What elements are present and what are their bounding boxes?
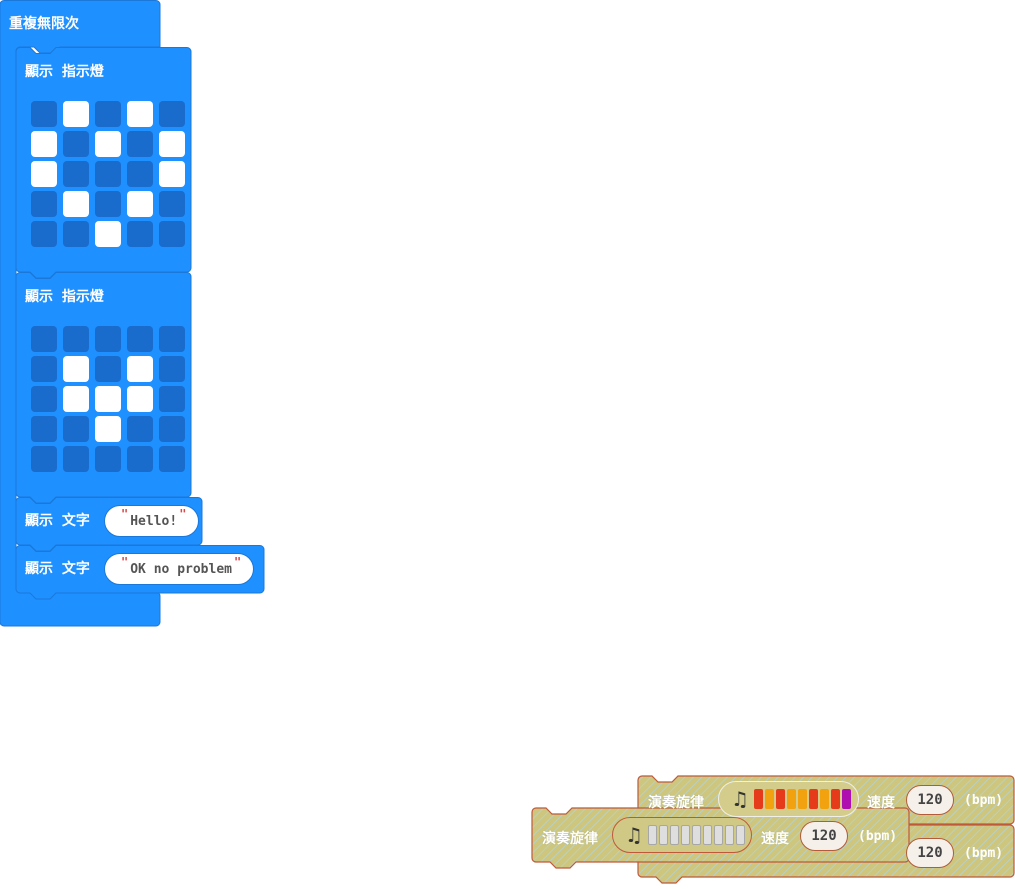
- led-4-0[interactable]: [31, 446, 57, 472]
- forever-label: 重複無限次: [9, 16, 79, 32]
- led-3-1[interactable]: [63, 191, 89, 217]
- led-0-1[interactable]: [63, 326, 89, 352]
- tempo-unit-back: (bpm): [964, 793, 1004, 808]
- melody-note-8: [735, 825, 745, 845]
- led-3-3[interactable]: [127, 191, 153, 217]
- melody-bars: [647, 825, 745, 845]
- melody-note-8: [841, 789, 851, 809]
- melody-note-6: [819, 789, 829, 809]
- led-4-1[interactable]: [63, 221, 89, 247]
- play-melody-label-front: 演奏旋律: [542, 831, 598, 847]
- led-2-2[interactable]: [95, 386, 121, 412]
- melody-bars: [753, 789, 851, 809]
- melody-note-5: [808, 789, 818, 809]
- led-0-0[interactable]: [31, 101, 57, 127]
- tempo-unit-back-2: (bpm): [964, 846, 1004, 861]
- melody-note-7: [724, 825, 734, 845]
- melody-note-0: [647, 825, 657, 845]
- tempo-input-back-2[interactable]: 120: [906, 838, 954, 868]
- melody-note-7: [830, 789, 840, 809]
- led-0-3[interactable]: [127, 326, 153, 352]
- led-3-2[interactable]: [95, 191, 121, 217]
- melody-note-0: [753, 789, 763, 809]
- melody-note-3: [680, 825, 690, 845]
- melody-note-4: [797, 789, 807, 809]
- play-melody-label-back: 演奏旋律: [648, 795, 704, 811]
- led-0-2[interactable]: [95, 326, 121, 352]
- melody-note-1: [764, 789, 774, 809]
- music-note-icon: ♫: [731, 787, 749, 811]
- led-3-4[interactable]: [159, 416, 185, 442]
- string-value: Hello!: [130, 513, 178, 529]
- led-2-3[interactable]: [127, 386, 153, 412]
- tempo-label-front: 速度: [761, 831, 789, 847]
- led-0-0[interactable]: [31, 326, 57, 352]
- tempo-input-back[interactable]: 120: [906, 785, 954, 815]
- melody-note-2: [669, 825, 679, 845]
- show-string-label-1: 顯示 文字: [25, 513, 90, 529]
- led-4-1[interactable]: [63, 446, 89, 472]
- melody-note-3: [786, 789, 796, 809]
- melody-note-6: [713, 825, 723, 845]
- led-1-0[interactable]: [31, 356, 57, 382]
- led-4-3[interactable]: [127, 446, 153, 472]
- melody-field-back[interactable]: ♫: [718, 781, 859, 817]
- led-2-0[interactable]: [31, 386, 57, 412]
- led-2-1[interactable]: [63, 161, 89, 187]
- led-1-2[interactable]: [95, 356, 121, 382]
- open-quote: ": [121, 507, 129, 521]
- led-2-3[interactable]: [127, 161, 153, 187]
- led-0-2[interactable]: [95, 101, 121, 127]
- led-matrix-2: [31, 326, 185, 472]
- led-1-3[interactable]: [127, 356, 153, 382]
- led-2-4[interactable]: [159, 161, 185, 187]
- led-4-2[interactable]: [95, 446, 121, 472]
- led-1-4[interactable]: [159, 131, 185, 157]
- close-quote: ": [179, 507, 187, 521]
- string-input-hello[interactable]: " Hello! ": [104, 505, 200, 537]
- show-leds-label-2: 顯示 指示燈: [25, 289, 104, 305]
- melody-field-front[interactable]: ♫: [612, 817, 752, 853]
- led-2-0[interactable]: [31, 161, 57, 187]
- led-0-4[interactable]: [159, 101, 185, 127]
- led-1-4[interactable]: [159, 356, 185, 382]
- melody-note-4: [691, 825, 701, 845]
- led-2-1[interactable]: [63, 386, 89, 412]
- led-4-2[interactable]: [95, 221, 121, 247]
- led-1-1[interactable]: [63, 356, 89, 382]
- melody-note-5: [702, 825, 712, 845]
- show-leds-label-1: 顯示 指示燈: [25, 64, 104, 80]
- led-0-1[interactable]: [63, 101, 89, 127]
- music-note-icon: ♫: [625, 823, 643, 847]
- led-3-2[interactable]: [95, 416, 121, 442]
- led-4-4[interactable]: [159, 221, 185, 247]
- led-0-4[interactable]: [159, 326, 185, 352]
- string-input-ok[interactable]: " OK no problem ": [104, 553, 255, 585]
- led-3-4[interactable]: [159, 191, 185, 217]
- led-2-2[interactable]: [95, 161, 121, 187]
- string-value: OK no problem: [130, 561, 232, 577]
- tempo-input-front[interactable]: 120: [800, 821, 848, 851]
- melody-note-1: [658, 825, 668, 845]
- led-3-0[interactable]: [31, 416, 57, 442]
- led-1-2[interactable]: [95, 131, 121, 157]
- open-quote: ": [121, 555, 129, 569]
- led-3-3[interactable]: [127, 416, 153, 442]
- tempo-unit-front: (bpm): [858, 829, 898, 844]
- led-0-3[interactable]: [127, 101, 153, 127]
- led-matrix-1: [31, 101, 185, 247]
- led-3-1[interactable]: [63, 416, 89, 442]
- led-3-0[interactable]: [31, 191, 57, 217]
- led-4-4[interactable]: [159, 446, 185, 472]
- show-string-label-2: 顯示 文字: [25, 561, 90, 577]
- led-4-0[interactable]: [31, 221, 57, 247]
- tempo-label-back: 速度: [867, 795, 895, 811]
- led-1-0[interactable]: [31, 131, 57, 157]
- close-quote: ": [233, 555, 242, 569]
- led-1-1[interactable]: [63, 131, 89, 157]
- led-2-4[interactable]: [159, 386, 185, 412]
- led-1-3[interactable]: [127, 131, 153, 157]
- melody-note-2: [775, 789, 785, 809]
- led-4-3[interactable]: [127, 221, 153, 247]
